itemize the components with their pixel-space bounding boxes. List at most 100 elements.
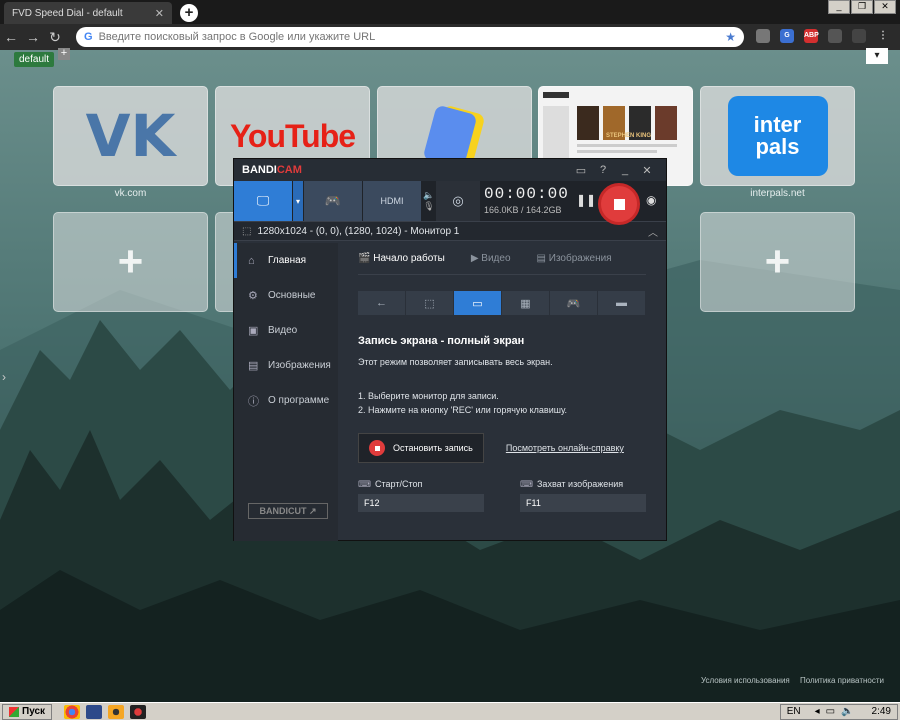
save-taskbar-icon[interactable] — [86, 704, 103, 719]
sidebar-item-images[interactable]: ▤ Изображения — [234, 348, 338, 383]
webcam-button[interactable]: ◎ — [436, 181, 480, 221]
extension-icons: G ABP ⋮ — [756, 29, 900, 43]
mode-dropdown-chevron-icon[interactable]: ▾ — [293, 181, 303, 221]
start-button[interactable]: Пуск — [2, 703, 53, 720]
screen-mode-button[interactable]: 🖵 — [234, 181, 292, 221]
interpals-logo: inter pals — [727, 96, 828, 176]
network-icon[interactable]: ▭ — [826, 706, 835, 717]
area-select-icon: ⬚ — [242, 225, 252, 237]
hotkey-start-stop-field[interactable]: F12 — [358, 494, 484, 512]
folder-icon[interactable]: ▭ — [570, 164, 592, 177]
stop-recording-button[interactable]: Остановить запись — [358, 433, 484, 463]
hotkey-label: Старт/Стоп — [375, 479, 423, 489]
maximize-button[interactable]: ❐ — [851, 0, 873, 14]
group-tab-default[interactable]: default — [14, 52, 55, 67]
dial-vk[interactable]: VK — [53, 86, 208, 186]
tab-close-icon[interactable]: ✕ — [155, 7, 164, 20]
tab-bar: FVD Speed Dial - default ✕ + _ ❐ ✕ — [0, 0, 900, 24]
reload-icon[interactable]: ↻ — [44, 29, 66, 46]
sidebar-item-video[interactable]: ▣ Видео — [234, 313, 338, 348]
sidebar-item-home[interactable]: ⌂ Главная — [234, 243, 338, 278]
device-mode-icon[interactable]: ▬ — [598, 291, 645, 315]
hotkey-label: Захват изображения — [537, 479, 624, 489]
shield-icon[interactable] — [756, 29, 770, 43]
game-mode-icon[interactable]: 🎮 — [550, 291, 597, 315]
footer-links: Условия использования Политика приватнос… — [693, 676, 884, 685]
forward-icon[interactable]: → — [22, 29, 44, 45]
bandicam-brand-suffix: CAM — [276, 164, 302, 176]
hotkeys: ⌨ Старт/Стоп F12 ⌨ Захват изображения F11 — [358, 479, 646, 512]
book-title: STEPHEN KING — [606, 133, 652, 139]
system-tray: EN ◂ ▭ 🔈 2:49 — [779, 703, 898, 720]
chrome-taskbar-icon[interactable] — [64, 704, 81, 719]
dial-label: vk.com — [114, 188, 147, 199]
window-controls: _ ❐ ✕ — [827, 0, 896, 14]
hdmi-mode-button[interactable]: HDMI — [363, 181, 421, 221]
dial-interpals[interactable]: inter pals — [700, 86, 855, 186]
language-indicator[interactable]: EN — [787, 706, 801, 717]
browser-toolbar: ← → ↻ G ★ G ABP ⋮ — [0, 24, 900, 50]
file-size: 166.0KB / 164.2GB — [484, 205, 562, 215]
record-stop-button[interactable] — [598, 183, 640, 225]
collapse-chevron-icon[interactable]: ▾ — [866, 48, 888, 64]
stop-button-label: Остановить запись — [393, 443, 473, 453]
bandicam-taskbar-icon[interactable] — [130, 704, 147, 719]
tab-getting-started[interactable]: 🎬 Начало работы — [358, 253, 445, 264]
close-icon[interactable]: ✕ — [636, 164, 658, 177]
side-arrow-icon[interactable]: › — [2, 370, 6, 384]
mode-strip: ← ⬚ ▭ ▦ 🎮 ▬ — [358, 291, 646, 315]
bandicut-button[interactable]: BANDICUT ↗ — [248, 503, 328, 519]
cast-icon[interactable] — [828, 29, 842, 43]
abp-icon[interactable]: ABP — [804, 29, 819, 43]
menu-icon[interactable]: ⋮ — [876, 29, 890, 43]
minimize-icon[interactable]: _ — [614, 164, 636, 177]
add-group-button[interactable]: + — [58, 48, 70, 60]
plus-icon: + — [117, 237, 144, 286]
translate-icon[interactable]: G — [780, 29, 794, 43]
sidebar-item-about[interactable]: ⓘ О программе — [234, 383, 338, 418]
new-tab-button[interactable]: + — [180, 4, 198, 22]
address-input[interactable] — [98, 31, 726, 43]
fullscreen-mode-icon[interactable]: ▭ — [454, 291, 501, 315]
sidebar-item-general[interactable]: ⚙ Основные — [234, 278, 338, 313]
empty-dial[interactable]: + — [53, 212, 208, 312]
profile-icon[interactable] — [852, 29, 866, 43]
youtube-logo: YouTube — [229, 117, 356, 154]
online-help-link[interactable]: Посмотреть онлайн-справку — [506, 443, 624, 453]
privacy-link[interactable]: Политика приватности — [800, 676, 884, 685]
region-mode-icon[interactable]: ▦ — [502, 291, 549, 315]
tab-video[interactable]: ▶ Видео — [471, 253, 511, 264]
chevron-up-icon[interactable]: ︿ — [648, 224, 658, 239]
sidebar-item-label: Видео — [268, 325, 298, 336]
dial-label: interpals.net — [750, 188, 805, 199]
taskbar: Пуск EN ◂ ▭ 🔈 2:49 — [0, 702, 900, 720]
rectangle-mode-icon[interactable]: ⬚ — [406, 291, 453, 315]
empty-dial[interactable]: + — [700, 212, 855, 312]
terms-link[interactable]: Условия использования — [701, 676, 790, 685]
hotkey-capture-field[interactable]: F11 — [520, 494, 646, 512]
hotkey-capture: ⌨ Захват изображения F11 — [520, 479, 646, 512]
camera-icon[interactable]: ◉ — [646, 193, 656, 207]
bandicam-titlebar: BANDI CAM ▭ ? _ ✕ — [234, 159, 666, 181]
back-arrow-icon[interactable]: ← — [358, 291, 405, 315]
instructions: 1. Выберите монитор для записи. 2. Нажми… — [358, 389, 646, 417]
help-icon[interactable]: ? — [592, 164, 614, 177]
speaker-icon[interactable]: 🔈 — [423, 190, 434, 201]
vk-logo: VK — [85, 102, 176, 170]
capture-area-bar[interactable]: ⬚ 1280x1024 - (0, 0), (1280, 1024) - Мон… — [234, 221, 666, 241]
close-window-button[interactable]: ✕ — [874, 0, 896, 14]
game-mode-button[interactable]: 🎮 — [304, 181, 362, 221]
bandicam-sidebar: ⌂ Главная ⚙ Основные ▣ Видео ▤ Изображен… — [234, 243, 338, 541]
gear-icon: ⚙ — [248, 290, 258, 302]
tab-speed-dial[interactable]: FVD Speed Dial - default ✕ — [4, 2, 172, 24]
address-bar[interactable]: G ★ — [76, 27, 744, 47]
tray-icon[interactable]: ◂ — [815, 706, 820, 717]
minimize-button[interactable]: _ — [828, 0, 850, 14]
microphone-icon[interactable]: 🎙 — [423, 201, 434, 212]
volume-icon[interactable]: 🔈 — [841, 706, 853, 717]
pause-button[interactable]: ❚❚ — [576, 193, 596, 207]
tab-images[interactable]: ▤ Изображения — [537, 253, 612, 264]
app-taskbar-icon[interactable] — [108, 704, 125, 719]
back-icon[interactable]: ← — [0, 29, 22, 45]
bookmark-star-icon[interactable]: ★ — [725, 30, 736, 44]
